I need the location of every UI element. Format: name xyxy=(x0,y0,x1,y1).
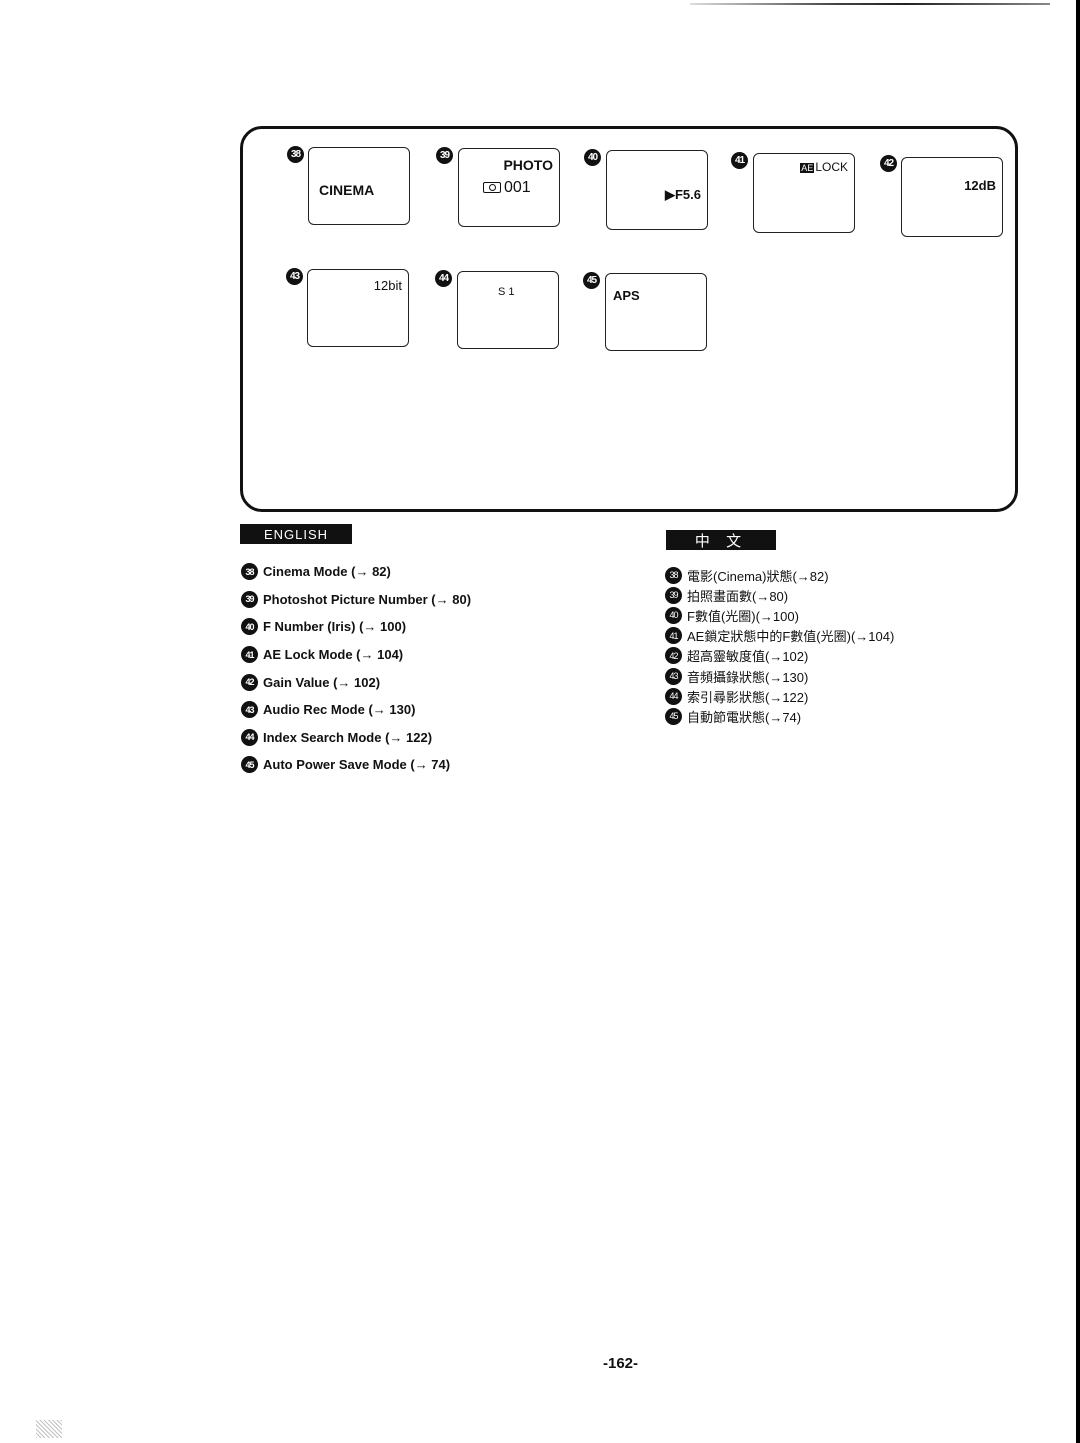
screen-text: 12bit xyxy=(373,278,402,293)
item-text: Gain Value (→ 102) xyxy=(263,674,381,690)
item-text: AE鎖定狀態中的F數值(光圈)(→104) xyxy=(687,629,895,645)
screen-gain: 12dB xyxy=(901,157,1003,237)
screen-text: CINEMA xyxy=(319,182,375,198)
callout-43: 43 xyxy=(286,268,303,285)
legend-item: 44 Index Search Mode (→ 122) xyxy=(241,724,471,752)
legend-item: 40 F數值(光圈)(→100) xyxy=(665,605,894,625)
item-text: Photoshot Picture Number (→ 80) xyxy=(263,591,472,607)
legend-item: 42 超高靈敏度值(→102) xyxy=(665,646,894,666)
item-number: 42 xyxy=(665,647,682,665)
legend-item: 38 Cinema Mode (→ 82) xyxy=(241,558,471,586)
screen-text: APS xyxy=(613,288,640,303)
callout-38: 38 xyxy=(287,146,304,163)
callout-42: 42 xyxy=(880,155,897,172)
lock-label: LOCK xyxy=(815,160,848,174)
item-text: 拍照畫面數(→80) xyxy=(687,588,789,604)
screen-auto-power-save: APS xyxy=(605,273,707,351)
screen-audio-rec: 12bit xyxy=(307,269,409,347)
scan-artifact xyxy=(36,1420,62,1438)
legend-item: 41 AE鎖定狀態中的F數值(光圈)(→104) xyxy=(665,626,894,646)
item-number: 41 xyxy=(241,646,258,664)
page-edge-bar xyxy=(1076,0,1080,1443)
legend-item: 40 F Number (Iris) (→ 100) xyxy=(241,613,471,641)
item-number: 39 xyxy=(665,586,682,604)
legend-item: 43 音頻攝錄狀態(→130) xyxy=(665,666,894,686)
callout-44: 44 xyxy=(435,270,452,287)
legend-item: 44 索引尋影狀態(→122) xyxy=(665,686,894,706)
legend-item: 43 Audio Rec Mode (→ 130) xyxy=(241,696,471,724)
english-header: ENGLISH xyxy=(240,524,352,544)
photo-counter: 001 xyxy=(483,179,531,197)
item-number: 42 xyxy=(241,673,258,691)
screen-f-number: ▶F5.6 xyxy=(606,150,708,230)
item-number: 45 xyxy=(241,756,258,774)
item-text: F數值(光圈)(→100) xyxy=(687,608,799,624)
item-number: 43 xyxy=(241,701,258,719)
screen-text: 12dB xyxy=(964,178,996,193)
callout-45: 45 xyxy=(583,272,600,289)
photo-count: 001 xyxy=(504,179,531,196)
f-value: F5.6 xyxy=(674,187,701,202)
screen-ae-lock: AE LOCK xyxy=(753,153,855,233)
legend-item: 39 Photoshot Picture Number (→ 80) xyxy=(241,586,471,614)
legend-item: 38 電影(Cinema)狀態(→82) xyxy=(665,565,894,585)
item-text: 電影(Cinema)狀態(→82) xyxy=(687,568,829,584)
legend-item: 45 自動節電狀態(→74) xyxy=(665,706,894,726)
item-text: 索引尋影狀態(→122) xyxy=(687,689,809,705)
page-number: -162- xyxy=(603,1355,639,1372)
legend-item: 39 拍照畫面數(→80) xyxy=(665,585,894,605)
screen-index-search: S 1 xyxy=(457,271,559,349)
item-number: 45 xyxy=(665,707,682,725)
item-number: 44 xyxy=(241,728,258,746)
item-number: 43 xyxy=(665,667,682,685)
item-number: 40 xyxy=(241,618,258,636)
callout-39: 39 xyxy=(436,147,453,164)
legend-item: 45 Auto Power Save Mode (→ 74) xyxy=(241,751,471,779)
item-text: Index Search Mode (→ 122) xyxy=(263,729,433,745)
screen-text: PHOTO xyxy=(503,157,553,173)
item-number: 40 xyxy=(665,606,682,624)
item-text: Auto Power Save Mode (→ 74) xyxy=(263,757,451,773)
camera-icon xyxy=(483,182,501,193)
screen-text: AE LOCK xyxy=(800,160,848,174)
item-number: 38 xyxy=(241,563,258,581)
item-text: F Number (Iris) (→ 100) xyxy=(263,619,407,635)
callout-40: 40 xyxy=(584,149,601,166)
top-rule xyxy=(690,3,1050,5)
screen-text: ▶F5.6 xyxy=(665,187,701,203)
chinese-header: 中 文 xyxy=(666,530,776,550)
callout-41: 41 xyxy=(731,152,748,169)
item-text: Audio Rec Mode (→ 130) xyxy=(263,702,416,718)
english-legend-list: 38 Cinema Mode (→ 82) 39 Photoshot Picture… xyxy=(241,558,471,779)
item-number: 41 xyxy=(665,627,682,645)
item-number: 39 xyxy=(241,590,258,608)
chinese-legend-list: 38 電影(Cinema)狀態(→82) 39 拍照畫面數(→80) 40 F數值(光… xyxy=(665,565,894,727)
item-number: 44 xyxy=(665,687,682,705)
item-text: Cinema Mode (→ 82) xyxy=(263,564,391,580)
legend-item: 41 AE Lock Mode (→ 104) xyxy=(241,641,471,669)
screen-text: S 1 xyxy=(498,286,515,298)
screen-photo: PHOTO 001 xyxy=(458,148,560,227)
item-text: AE Lock Mode (→ 104) xyxy=(263,647,404,663)
play-triangle-icon: ▶ xyxy=(664,187,675,202)
item-text: 音頻攝錄狀態(→130) xyxy=(687,669,809,685)
ae-badge: AE xyxy=(800,163,815,173)
item-text: 自動節電狀態(→74) xyxy=(687,709,802,725)
legend-item: 42 Gain Value (→ 102) xyxy=(241,668,471,696)
item-number: 38 xyxy=(665,566,682,584)
item-text: 超高靈敏度值(→102) xyxy=(687,649,809,665)
screen-cinema: CINEMA xyxy=(308,147,410,225)
